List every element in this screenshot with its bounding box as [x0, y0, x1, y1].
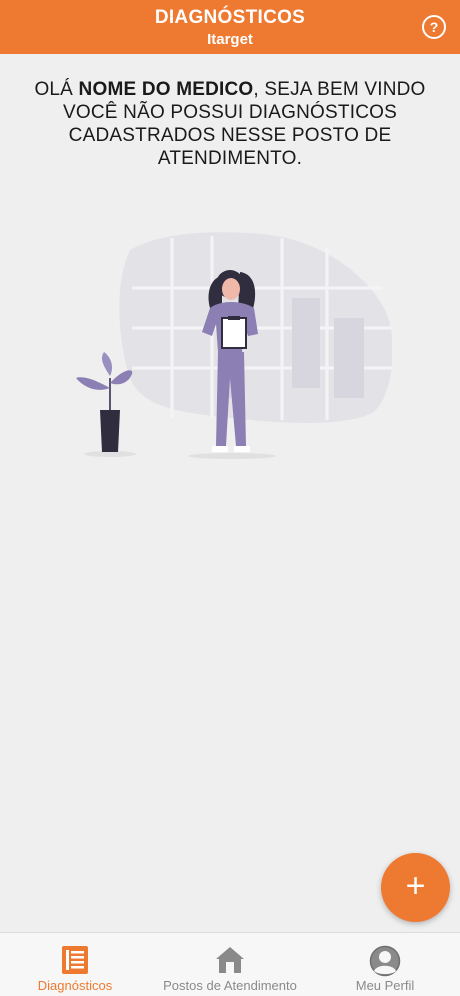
document-list-icon [62, 946, 88, 974]
house-icon [216, 947, 244, 973]
user-icon [369, 945, 401, 977]
welcome-line: OLÁ NOME DO MEDICO, SEJA BEM VINDO [20, 78, 440, 101]
tab-postos-de-atendimento[interactable]: Postos de Atendimento [150, 933, 310, 996]
tab-label: Postos de Atendimento [163, 978, 297, 993]
empty-text: VOCÊ NÃO POSSUI DIAGNÓSTICOS CADASTRADOS… [63, 102, 397, 169]
bottom-navigation: Diagnósticos Postos de Atendimento Meu P… [0, 932, 460, 996]
tab-label: Diagnósticos [37, 978, 113, 993]
app-header: DIAGNÓSTICOS Itarget ? [0, 0, 460, 54]
page-subtitle: Itarget [207, 31, 253, 48]
floor-shadow-nurse [188, 453, 276, 459]
doctor-name: NOME DO MEDICO [78, 79, 254, 100]
add-diagnostic-button[interactable]: + [381, 853, 450, 922]
nurse-illustration [76, 232, 392, 459]
tab-meu-perfil[interactable]: Meu Perfil [310, 933, 460, 996]
greeting-text: OLÁ [34, 79, 79, 100]
tab-diagnosticos[interactable]: Diagnósticos [0, 933, 150, 996]
page-title: DIAGNÓSTICOS [154, 7, 306, 28]
welcome-text: , SEJA BEM VINDO [253, 79, 426, 100]
tab-label: Meu Perfil [355, 978, 415, 993]
plant [76, 352, 133, 452]
help-button[interactable]: ? [422, 15, 446, 39]
empty-state-message: OLÁ NOME DO MEDICO, SEJA BEM VINDO VOCÊ … [20, 78, 440, 170]
